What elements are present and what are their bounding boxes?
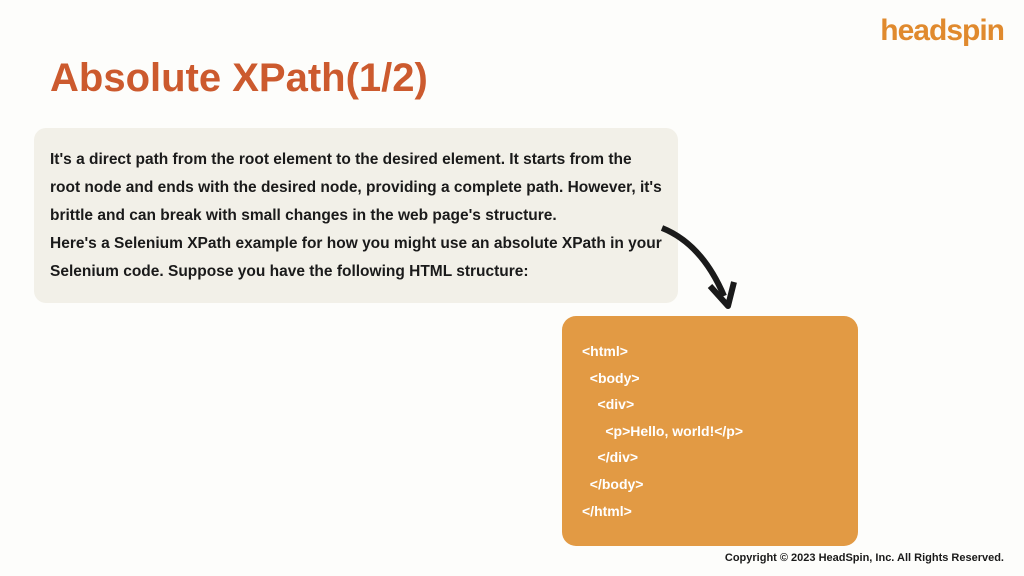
slide-title: Absolute XPath(1/2) <box>50 56 428 101</box>
code-line: <p>Hello, world!</p> <box>582 418 838 445</box>
arrow-icon <box>654 224 744 316</box>
code-line: </html> <box>582 498 838 525</box>
code-line: <html> <box>582 338 838 365</box>
code-snippet-box: <html> <body> <div> <p>Hello, world!</p>… <box>562 316 858 546</box>
code-line: </div> <box>582 444 838 471</box>
copyright-footer: Copyright © 2023 HeadSpin, Inc. All Righ… <box>725 552 1004 564</box>
description-box: It's a direct path from the root element… <box>34 128 678 303</box>
code-line: </body> <box>582 471 838 498</box>
code-line: <div> <box>582 391 838 418</box>
brand-logo: headspin <box>880 14 1004 48</box>
description-text: It's a direct path from the root element… <box>50 146 662 285</box>
code-line: <body> <box>582 365 838 392</box>
